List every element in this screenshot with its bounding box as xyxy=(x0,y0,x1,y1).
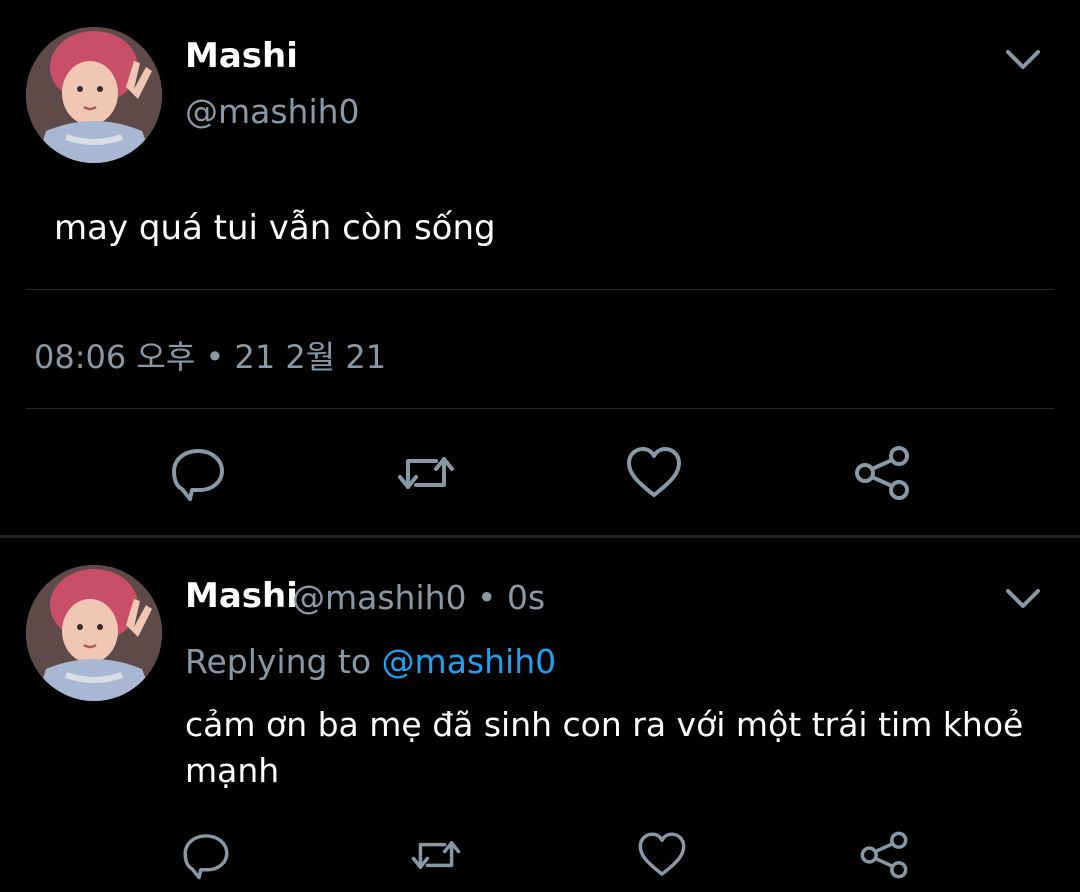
retweet-icon xyxy=(411,841,461,869)
reply-tweet-text: cảm ơn ba mẹ đã sinh con ra với một trái… xyxy=(185,705,1024,790)
replying-to-mention-link[interactable]: @mashih0 xyxy=(382,642,557,681)
share-button[interactable] xyxy=(852,443,912,503)
main-tweet-menu-button[interactable] xyxy=(1003,44,1043,74)
divider xyxy=(26,289,1054,290)
reply-icon xyxy=(183,834,229,880)
divider xyxy=(26,408,1054,409)
like-icon xyxy=(638,832,686,876)
like-button[interactable] xyxy=(624,443,684,503)
replying-to-label: Replying to xyxy=(185,642,372,681)
reply-tweet-avatar[interactable] xyxy=(26,565,162,701)
section-divider xyxy=(0,535,1080,538)
retweet-icon xyxy=(398,457,454,489)
replying-to-line: Replying to @mashih0 xyxy=(185,642,556,681)
share-icon xyxy=(855,446,909,500)
main-tweet-handle[interactable]: @mashih0 xyxy=(185,92,360,131)
retweet-button[interactable] xyxy=(396,443,456,503)
reply-button[interactable] xyxy=(180,829,232,881)
reply-button[interactable] xyxy=(168,443,228,503)
like-icon xyxy=(627,447,681,497)
main-tweet-text: may quá tui vẫn còn sống xyxy=(54,208,496,248)
user-avatar-icon xyxy=(26,565,162,701)
user-avatar-icon xyxy=(26,27,162,163)
like-button[interactable] xyxy=(636,829,688,881)
share-icon xyxy=(860,831,908,879)
chevron-down-icon xyxy=(1006,589,1040,608)
main-tweet-display-name[interactable]: Mashi xyxy=(185,36,298,76)
reply-tweet-handle-time[interactable]: @mashih0 • 0s xyxy=(292,578,545,617)
chevron-down-icon xyxy=(1006,50,1040,69)
main-tweet-avatar[interactable] xyxy=(26,27,162,163)
share-button[interactable] xyxy=(858,829,910,881)
reply-tweet-menu-button[interactable] xyxy=(1003,583,1043,613)
retweet-button[interactable] xyxy=(410,829,462,881)
reply-icon xyxy=(172,449,224,501)
reply-tweet-display-name[interactable]: Mashi xyxy=(185,576,298,616)
main-tweet-timestamp[interactable]: 08:06 오후 • 21 2월 21 xyxy=(34,332,386,378)
